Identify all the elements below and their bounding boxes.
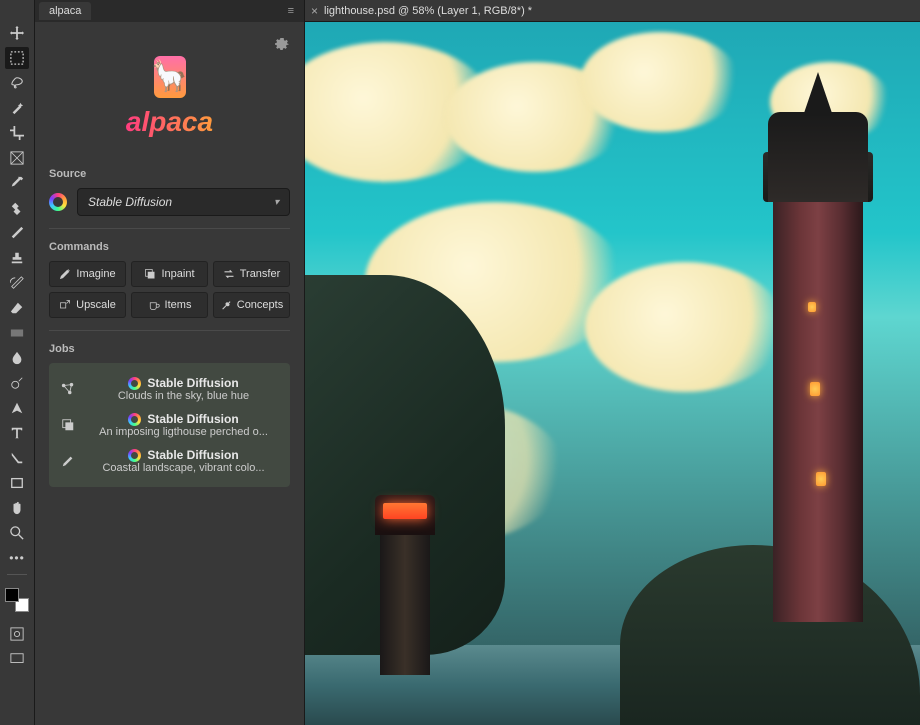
- tool-healing[interactable]: [5, 197, 29, 219]
- panel-tab-row: alpaca ≡: [35, 0, 304, 22]
- tool-move[interactable]: [5, 22, 29, 44]
- tool-hand[interactable]: [5, 497, 29, 519]
- cmd-items[interactable]: Items: [131, 292, 208, 318]
- job-desc: Clouds in the sky, blue hue: [87, 390, 280, 402]
- cmd-label: Upscale: [76, 299, 116, 311]
- colorwheel-icon: [128, 377, 141, 390]
- jobs-label: Jobs: [49, 343, 290, 355]
- brand-text: alpaca: [126, 106, 213, 138]
- document-tabs: × lighthouse.psd @ 58% (Layer 1, RGB/8*)…: [305, 0, 920, 22]
- job-desc: An imposing ligthouse perched o...: [87, 426, 280, 438]
- pencil-icon: [59, 454, 77, 468]
- panel-menu-icon[interactable]: ≡: [282, 5, 300, 17]
- job-desc: Coastal landscape, vibrant colo...: [87, 462, 280, 474]
- colorwheel-icon: [128, 413, 141, 426]
- tools-bar: •••: [0, 0, 35, 725]
- cmd-label: Transfer: [240, 268, 281, 280]
- cmd-label: Imagine: [76, 268, 115, 280]
- tool-path[interactable]: [5, 447, 29, 469]
- chevron-down-icon: ▾: [274, 197, 279, 208]
- job-row[interactable]: Stable Diffusion Coastal landscape, vibr…: [55, 443, 284, 479]
- cmd-label: Inpaint: [161, 268, 194, 280]
- close-icon[interactable]: ×: [311, 4, 318, 18]
- tool-lasso[interactable]: [5, 72, 29, 94]
- stack-icon: [59, 418, 77, 432]
- commands-label: Commands: [49, 241, 290, 253]
- foreground-color-swatch[interactable]: [5, 588, 19, 602]
- cmd-imagine[interactable]: Imagine: [49, 261, 126, 287]
- tool-stamp[interactable]: [5, 247, 29, 269]
- tool-wand[interactable]: [5, 97, 29, 119]
- tool-rectangle[interactable]: [5, 472, 29, 494]
- tool-gradient[interactable]: [5, 322, 29, 344]
- tool-type[interactable]: [5, 422, 29, 444]
- tool-eyedropper[interactable]: [5, 172, 29, 194]
- tool-frame[interactable]: [5, 147, 29, 169]
- job-row[interactable]: Stable Diffusion Clouds in the sky, blue…: [55, 371, 284, 407]
- job-title: Stable Diffusion: [147, 376, 238, 390]
- commands-grid: Imagine Inpaint Transfer Upscale Items C…: [49, 261, 290, 318]
- document-area: × lighthouse.psd @ 58% (Layer 1, RGB/8*)…: [305, 0, 920, 725]
- document-title[interactable]: lighthouse.psd @ 58% (Layer 1, RGB/8*) *: [324, 5, 532, 17]
- cmd-transfer[interactable]: Transfer: [213, 261, 290, 287]
- tool-eraser[interactable]: [5, 297, 29, 319]
- source-label: Source: [49, 168, 290, 180]
- tool-separator: [7, 574, 27, 575]
- colorwheel-icon: [128, 449, 141, 462]
- tool-screenmode[interactable]: [5, 648, 29, 670]
- tool-crop[interactable]: [5, 122, 29, 144]
- job-title: Stable Diffusion: [147, 412, 238, 426]
- panel-tab-alpaca[interactable]: alpaca: [39, 2, 91, 20]
- plugin-panel: alpaca ≡ 🦙 alpaca Source Stable Diffusio…: [35, 0, 305, 725]
- llama-icon: 🦙: [154, 56, 186, 98]
- cmd-upscale[interactable]: Upscale: [49, 292, 126, 318]
- tool-brush[interactable]: [5, 222, 29, 244]
- tool-zoom[interactable]: [5, 522, 29, 544]
- source-selected: Stable Diffusion: [88, 195, 172, 209]
- cmd-label: Items: [165, 299, 192, 311]
- cmd-inpaint[interactable]: Inpaint: [131, 261, 208, 287]
- tool-dodge[interactable]: [5, 372, 29, 394]
- cmd-label: Concepts: [237, 299, 283, 311]
- tool-marquee[interactable]: [5, 47, 29, 69]
- colorwheel-icon: [49, 193, 67, 211]
- cmd-concepts[interactable]: Concepts: [213, 292, 290, 318]
- source-select[interactable]: Stable Diffusion ▾: [77, 188, 290, 216]
- job-title: Stable Diffusion: [147, 448, 238, 462]
- tool-more[interactable]: •••: [5, 547, 29, 569]
- tool-blur[interactable]: [5, 347, 29, 369]
- canvas[interactable]: [305, 22, 920, 725]
- tool-quickmask[interactable]: [5, 623, 29, 645]
- job-row[interactable]: Stable Diffusion An imposing ligthouse p…: [55, 407, 284, 443]
- divider: [49, 330, 290, 331]
- color-swatches[interactable]: [5, 588, 29, 612]
- tool-history-brush[interactable]: [5, 272, 29, 294]
- brand-block: 🦙 alpaca: [49, 32, 290, 162]
- nodes-icon: [59, 382, 77, 396]
- gear-icon[interactable]: [274, 36, 290, 55]
- artwork-image: [305, 22, 920, 725]
- divider: [49, 228, 290, 229]
- tool-pen[interactable]: [5, 397, 29, 419]
- jobs-list: Stable Diffusion Clouds in the sky, blue…: [49, 363, 290, 487]
